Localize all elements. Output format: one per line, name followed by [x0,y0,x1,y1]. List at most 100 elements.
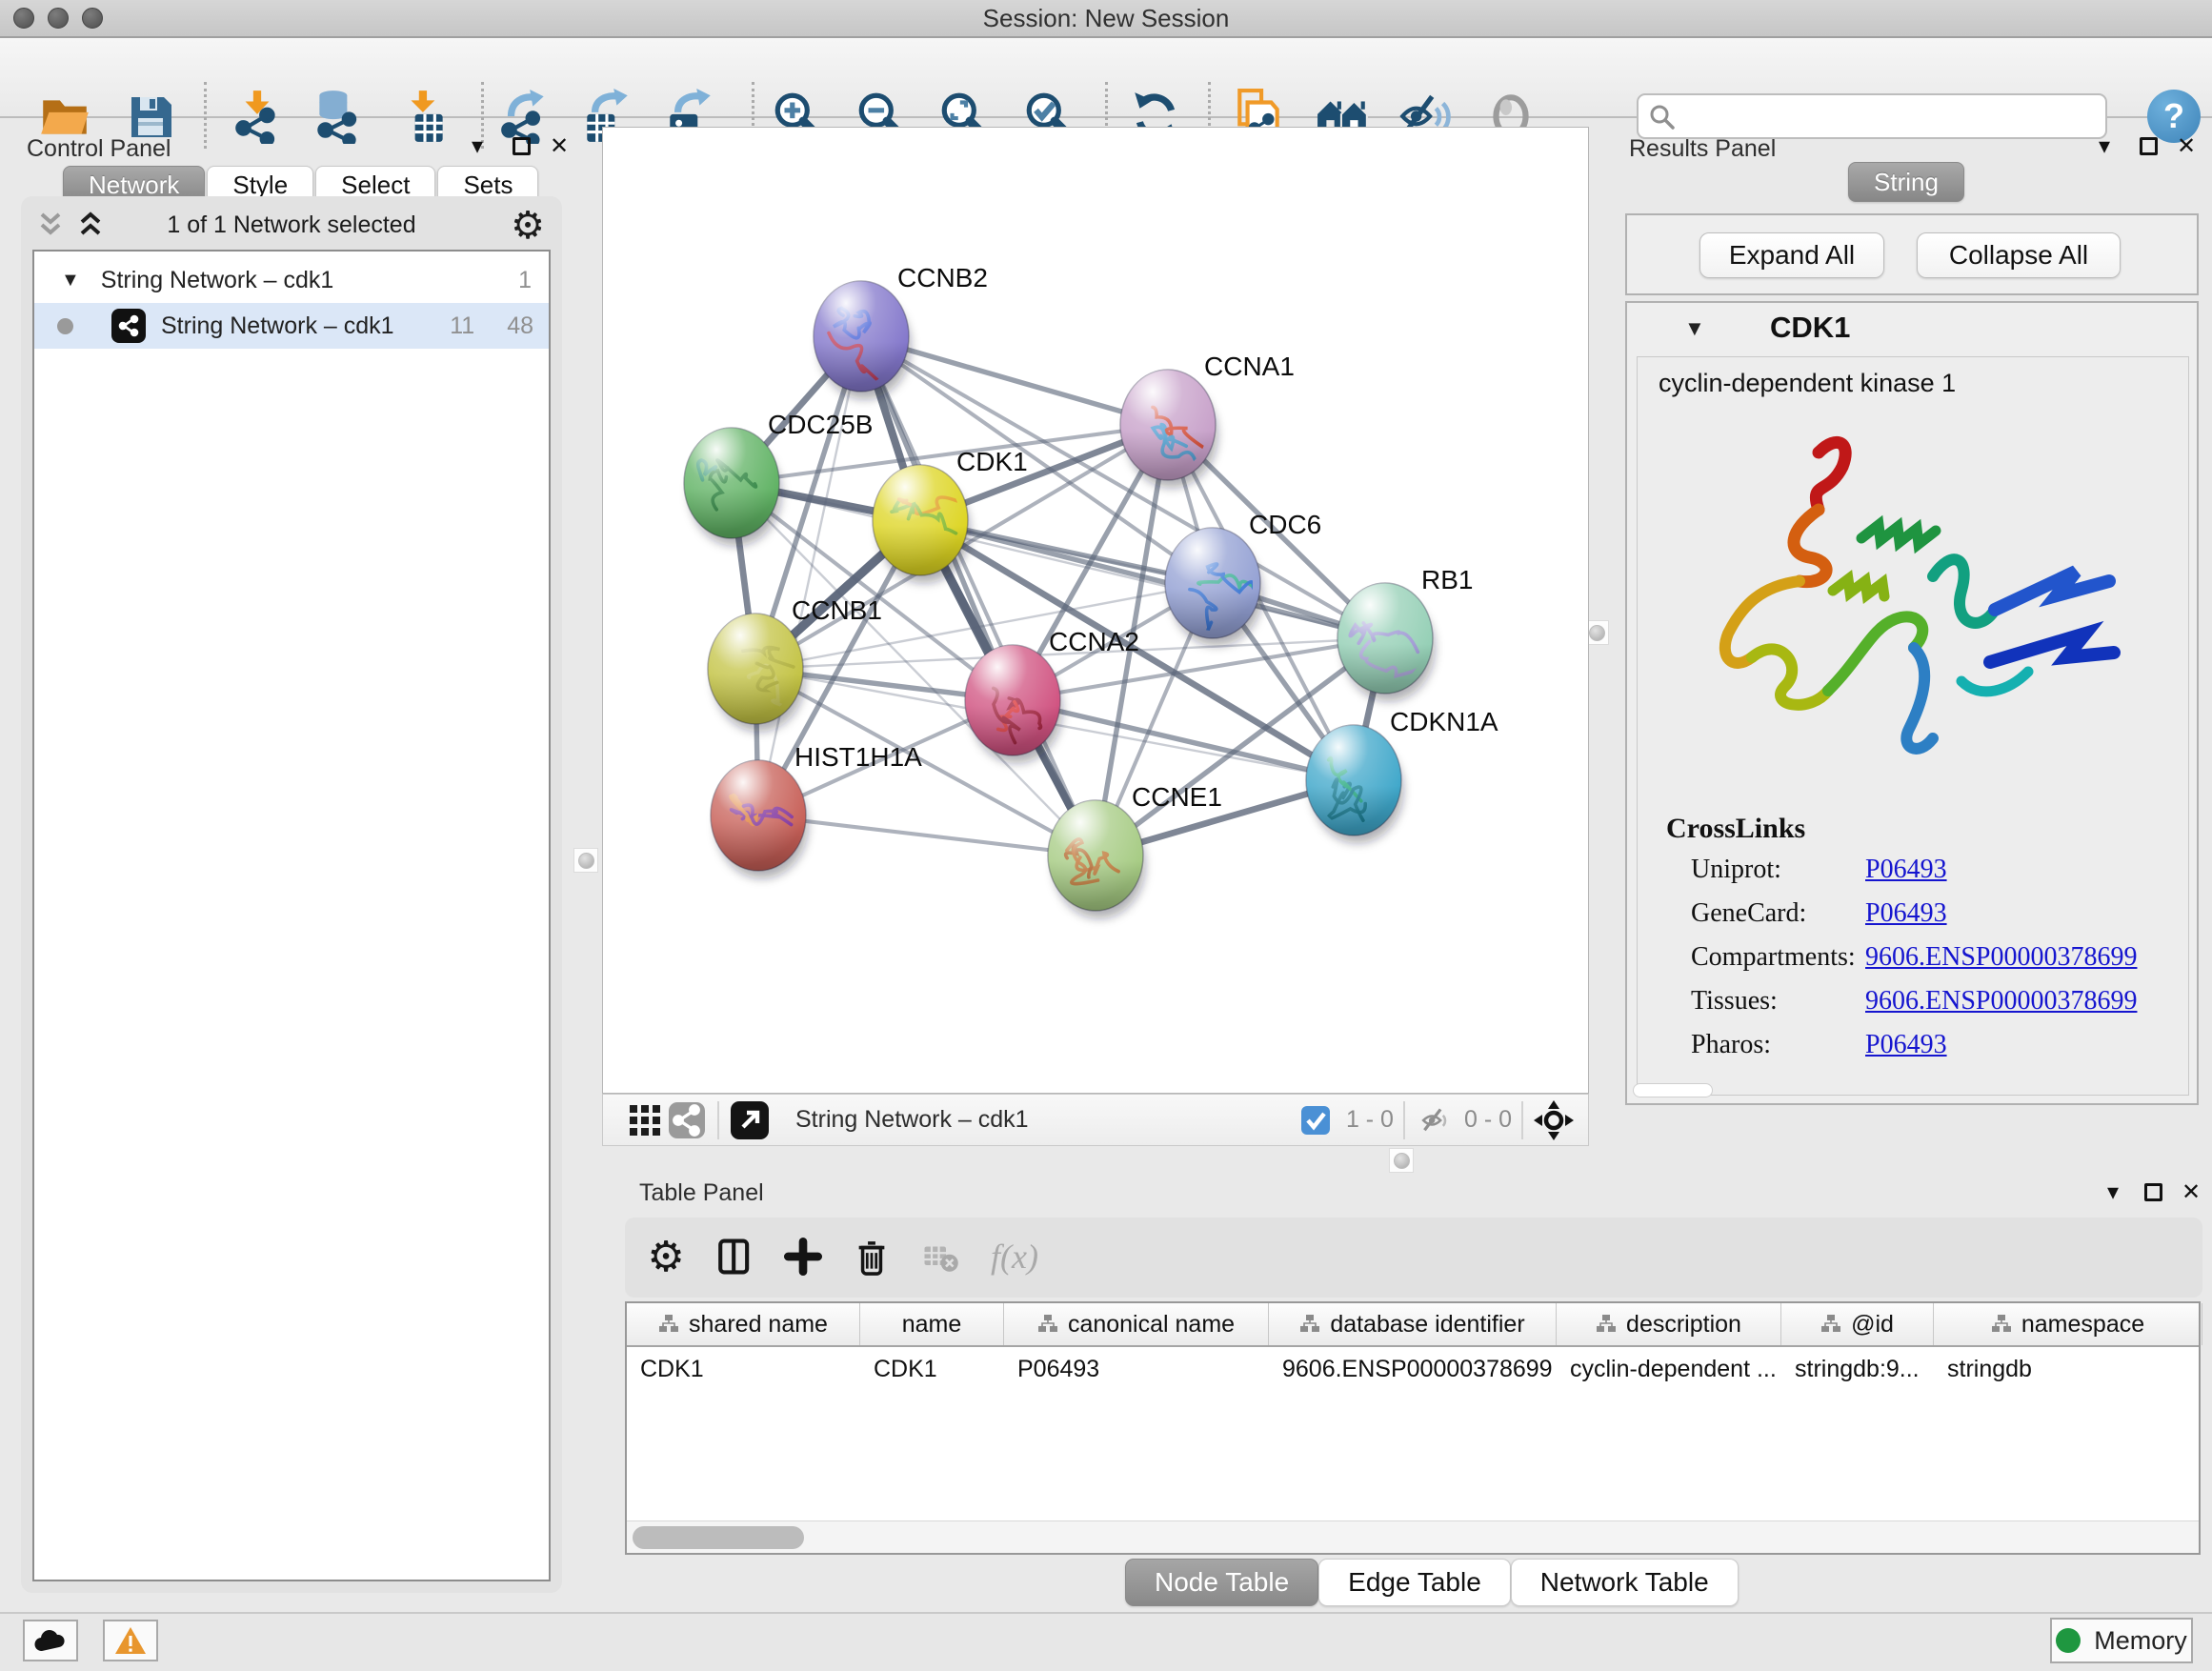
table-hscroll-thumb[interactable] [633,1526,804,1549]
tab-network-table[interactable]: Network Table [1511,1559,1739,1606]
table-cell[interactable]: cyclin-dependent ... [1557,1347,1781,1391]
network-share-badge-icon[interactable] [666,1099,708,1141]
node-label-CDKN1A: CDKN1A [1390,707,1498,736]
crosslink-link[interactable]: 9606.ENSP00000378699 [1865,986,2137,1017]
table-row[interactable]: CDK1CDK1P064939606.ENSP00000378699cyclin… [627,1347,2199,1391]
table-header-row: shared namenamecanonical name database id… [627,1303,2199,1347]
network-edge-HIST1H1A-CCNE1[interactable] [758,815,1096,856]
tab-string[interactable]: String [1848,162,1964,202]
shared-column-icon [1299,1314,1320,1335]
panel-menu-icon[interactable]: ▾ [2097,1176,2129,1208]
navigate-crosshair-icon[interactable] [1533,1099,1575,1141]
network-node-CCNB2[interactable]: CCNB2 [814,263,988,399]
crosslink-link[interactable]: P06493 [1865,898,1947,929]
network-collection-row[interactable]: ▼ String Network – cdk1 1 [34,257,549,303]
tab-node-table[interactable]: Node Table [1125,1559,1318,1606]
show-columns-icon[interactable] [707,1229,762,1284]
network-edge-CCNB2-CCNE1[interactable] [861,336,1096,856]
section-caret-icon[interactable]: ▼ [1684,316,1705,341]
open-in-window-button[interactable] [729,1099,771,1141]
column-header-canonical-name[interactable]: canonical name [1004,1303,1269,1345]
crosslinks-list: Uniprot:P06493GeneCard: P06493 Compartment… [1691,855,2177,1074]
column-header-database-identifier[interactable]: database identifier [1269,1303,1557,1345]
network-node-CCNA1[interactable]: CCNA1 [1120,352,1295,488]
table-cell[interactable]: P06493 [1004,1347,1269,1391]
network-canvas[interactable]: CCNB2CCNA1CDC25BCDK1CDC6RB1CCNB1CCNA2CDK… [602,127,1589,1094]
column-header-label: description [1626,1311,1741,1339]
node-label-CCNE1: CCNE1 [1132,782,1222,812]
gene-section: ▼ CDK1 cyclin-dependent kinase 1 [1625,301,2199,1105]
results-hscroll-thumb[interactable] [1633,1083,1713,1097]
crosslink-link[interactable]: 9606.ENSP00000378699 [1865,942,2137,973]
delete-column-icon[interactable] [844,1229,899,1284]
panel-float-icon[interactable] [505,130,537,162]
crosslink-label: GeneCard: [1691,898,1806,929]
create-column-icon[interactable] [775,1229,831,1284]
expand-all-button[interactable]: Expand All [1699,232,1884,278]
network-node-CDK1[interactable]: CDK1 [873,447,1028,583]
panel-close-icon[interactable]: ✕ [2170,130,2202,162]
function-builder-button[interactable]: f(x) [991,1237,1038,1277]
results-panel: Results Panel ▾ ✕ String Expand All Coll… [1612,124,2212,1168]
column-header-label: namespace [2021,1311,2144,1339]
table-cell[interactable]: stringdb:9... [1781,1347,1934,1391]
panel-menu-icon[interactable]: ▾ [2088,130,2121,162]
panel-float-icon[interactable] [2132,130,2164,162]
network-label: String Network – cdk1 [161,312,394,340]
panel-float-icon[interactable] [2137,1176,2169,1208]
cloud-status-button[interactable] [23,1620,78,1661]
crosslink-row: GeneCard: P06493 [1691,898,2177,942]
selected-checkbox-icon[interactable] [1295,1099,1337,1141]
table-cell[interactable]: 9606.ENSP00000378699 [1269,1347,1557,1391]
panel-menu-icon[interactable]: ▾ [461,130,493,162]
column-header-namespace[interactable]: namespace [1934,1303,2202,1345]
column-header-shared-name[interactable]: shared name [627,1303,860,1345]
panel-close-icon[interactable]: ✕ [543,130,575,162]
crosslink-link[interactable]: P06493 [1865,855,1947,885]
netbar-separator [717,1101,719,1139]
table-cell[interactable]: stringdb [1934,1347,2202,1391]
table-hscrollbar[interactable] [627,1520,2199,1553]
table-cell[interactable]: CDK1 [860,1347,1004,1391]
network-node-CDC6[interactable]: CDC6 [1165,510,1321,646]
results-panel-title: Results Panel [1629,135,1776,163]
node-label-HIST1H1A: HIST1H1A [794,742,922,772]
gear-icon[interactable]: ⚙ [511,204,545,248]
network-graph: CCNB2CCNA1CDC25BCDK1CDC6RB1CCNB1CCNA2CDK… [603,128,1590,1095]
table-tabs: Node TableEdge TableNetwork Table [1125,1559,1739,1606]
gene-description: cyclin-dependent kinase 1 [1659,369,1956,398]
hidden-eye-icon[interactable] [1415,1099,1457,1141]
table-cell[interactable]: CDK1 [627,1347,860,1391]
node-label-CDC6: CDC6 [1249,510,1321,539]
collection-label: String Network – cdk1 [101,267,334,294]
column-header-label: database identifier [1330,1311,1524,1339]
network-node-HIST1H1A[interactable]: HIST1H1A [711,742,922,878]
warning-icon [114,1626,147,1655]
network-node-CDKN1A[interactable]: CDKN1A [1306,707,1498,843]
crosslink-row: Pharos:P06493 [1691,1030,2177,1074]
column-header-name[interactable]: name [860,1303,1004,1345]
table-settings-gear-icon[interactable]: ⚙ [638,1229,694,1284]
birds-eye-view-button[interactable] [624,1099,666,1141]
tree-caret-icon[interactable]: ▼ [61,270,80,292]
delete-table-icon[interactable] [913,1229,968,1284]
network-node-RB1[interactable]: RB1 [1337,565,1473,701]
warnings-button[interactable] [103,1620,158,1661]
left-splitter-handle[interactable] [573,848,598,873]
node-table: shared namenamecanonical name database id… [625,1301,2201,1555]
tab-edge-table[interactable]: Edge Table [1318,1559,1511,1606]
crosslink-row: Compartments:9606.ENSP00000378699 [1691,942,2177,986]
crosslink-row: Uniprot:P06493 [1691,855,2177,898]
column-header-@id[interactable]: @id [1781,1303,1934,1345]
network-node-CDC25B[interactable]: CDC25B [684,410,873,546]
network-node-CCNE1[interactable]: CCNE1 [1048,782,1222,918]
netbar-separator [1521,1101,1523,1139]
column-header-description[interactable]: description [1557,1303,1781,1345]
crosslink-label: Tissues: [1691,986,1778,1017]
network-selection-status: 1 of 1 Network selected [21,211,562,239]
collapse-all-button[interactable]: Collapse All [1917,232,2121,278]
memory-button[interactable]: Memory [2050,1618,2193,1663]
panel-close-icon[interactable]: ✕ [2175,1176,2207,1208]
crosslink-link[interactable]: P06493 [1865,1030,1947,1060]
network-row[interactable]: String Network – cdk1 11 48 [34,303,549,349]
